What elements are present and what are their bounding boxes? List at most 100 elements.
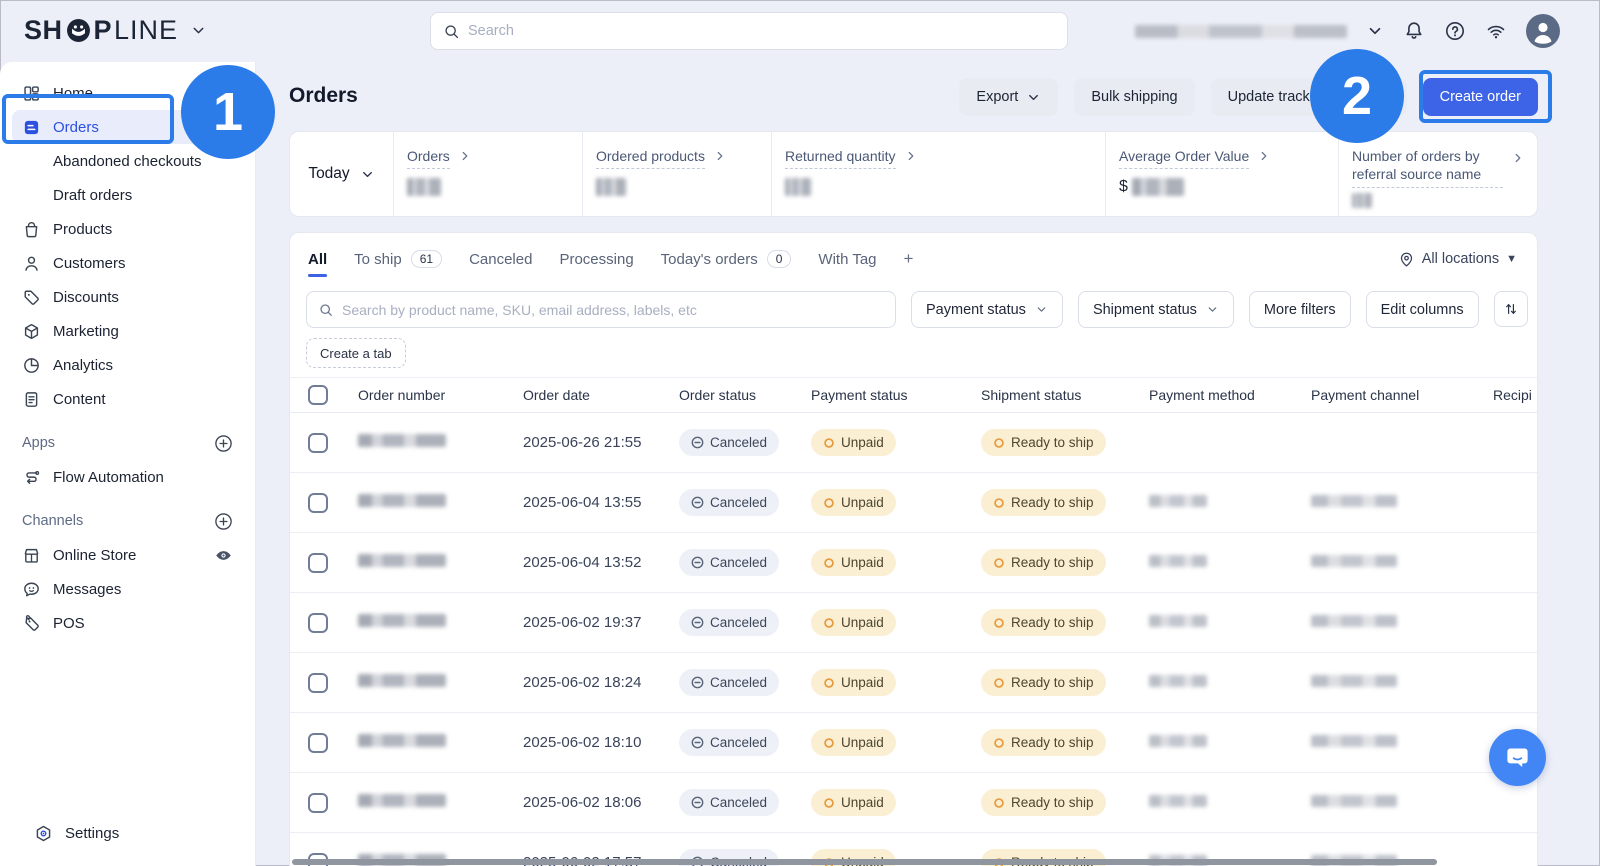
sidebar-item-products[interactable]: Products xyxy=(12,212,243,246)
sidebar-item-online-store[interactable]: Online Store xyxy=(12,538,243,572)
tab-with-tag[interactable]: With Tag xyxy=(818,251,876,268)
payment-method-redacted xyxy=(1149,615,1207,627)
sidebar-item-draft-orders[interactable]: Draft orders xyxy=(12,178,243,212)
date-range-label: Today xyxy=(308,165,349,183)
support-chat-button[interactable] xyxy=(1489,729,1546,786)
row-checkbox[interactable] xyxy=(308,553,328,573)
payment-status-badge: Unpaid xyxy=(811,549,896,576)
shipment-status-badge: Ready to ship xyxy=(981,789,1106,816)
table-row[interactable]: 2025-06-02 18:10 Canceled Unpaid Ready t… xyxy=(290,713,1537,773)
table-row[interactable]: 2025-06-02 18:06 Canceled Unpaid Ready t… xyxy=(290,773,1537,833)
shopline-logo[interactable]: SH P LINE xyxy=(24,15,207,46)
table-row[interactable]: 2025-06-02 19:37 Canceled Unpaid Ready t… xyxy=(290,593,1537,653)
location-filter[interactable]: All locations ▼ xyxy=(1398,233,1517,285)
chevron-down-icon[interactable] xyxy=(1366,22,1384,40)
eye-visibility-icon[interactable] xyxy=(214,546,233,565)
stat-returned-quantity[interactable]: Returned quantity xyxy=(772,132,1106,216)
sidebar-item-customers[interactable]: Customers xyxy=(12,246,243,280)
chevron-right-icon xyxy=(904,149,918,163)
sidebar-item-messages[interactable]: Messages xyxy=(12,572,243,606)
sidebar-item-pos[interactable]: POS xyxy=(12,606,243,640)
stat-average-order-value[interactable]: Average Order Value $ xyxy=(1106,132,1339,216)
payment-method-redacted xyxy=(1149,555,1207,567)
add-tab-button[interactable]: + xyxy=(904,249,914,269)
notifications-bell-icon[interactable] xyxy=(1403,20,1425,42)
stat-orders[interactable]: Orders xyxy=(394,132,583,216)
sidebar-item-marketing[interactable]: Marketing xyxy=(12,314,243,348)
tab-all[interactable]: All xyxy=(308,251,327,268)
chevron-right-icon xyxy=(1257,149,1271,163)
row-checkbox[interactable] xyxy=(308,793,328,813)
sidebar-item-label: Marketing xyxy=(53,323,119,340)
date-range-selector[interactable]: Today xyxy=(290,132,394,216)
sidebar-item-label: Discounts xyxy=(53,289,119,306)
stat-ordered-products[interactable]: Ordered products xyxy=(583,132,772,216)
payment-status-badge: Unpaid xyxy=(811,609,896,636)
sidebar-section-apps: Apps xyxy=(12,426,243,460)
chevron-down-icon[interactable] xyxy=(190,22,207,39)
ready-to-ship-icon xyxy=(993,437,1005,449)
sort-button[interactable] xyxy=(1494,291,1528,327)
pie-chart-icon xyxy=(22,356,41,375)
export-button[interactable]: Export xyxy=(959,78,1058,116)
bulk-shipping-button[interactable]: Bulk shipping xyxy=(1074,78,1194,116)
sidebar-item-flow-automation[interactable]: Flow Automation xyxy=(12,460,243,494)
payment-status-filter[interactable]: Payment status xyxy=(911,291,1063,328)
location-pin-icon xyxy=(1398,251,1415,268)
tab-processing[interactable]: Processing xyxy=(559,251,633,268)
annotation-step-2: 2 xyxy=(1310,49,1404,143)
table-row[interactable]: 2025-06-04 13:55 Canceled Unpaid Ready t… xyxy=(290,473,1537,533)
tab-canceled[interactable]: Canceled xyxy=(469,251,532,268)
add-channel-plus-icon[interactable] xyxy=(214,512,233,531)
tab-to-ship[interactable]: To ship 61 xyxy=(354,250,442,268)
table-row[interactable]: 2025-06-26 21:55 Canceled Unpaid Ready t… xyxy=(290,413,1537,473)
sidebar-item-content[interactable]: Content xyxy=(12,382,243,416)
stat-orders-by-referral[interactable]: Number of orders by referral source name xyxy=(1339,132,1537,216)
select-all-checkbox[interactable] xyxy=(308,385,328,405)
network-wifi-icon[interactable] xyxy=(1485,20,1507,42)
more-filters-button[interactable]: More filters xyxy=(1249,291,1351,328)
pos-tag-icon xyxy=(22,614,41,633)
create-order-button[interactable]: Create order xyxy=(1423,78,1538,116)
orders-search-input[interactable] xyxy=(342,302,884,318)
shipment-status-filter[interactable]: Shipment status xyxy=(1078,291,1234,328)
stat-label: Average Order Value xyxy=(1119,147,1249,169)
edit-columns-button[interactable]: Edit columns xyxy=(1366,291,1479,328)
order-number-redacted xyxy=(358,794,446,807)
sidebar-item-settings[interactable]: Settings xyxy=(24,816,231,850)
annotation-step-1: 1 xyxy=(181,65,275,159)
order-number-redacted xyxy=(358,674,446,687)
stat-value-redacted xyxy=(596,178,626,196)
help-icon[interactable] xyxy=(1444,20,1466,42)
account-avatar[interactable] xyxy=(1526,14,1560,48)
table-row[interactable]: 2025-06-02 18:24 Canceled Unpaid Ready t… xyxy=(290,653,1537,713)
global-search[interactable] xyxy=(430,12,1068,50)
ready-to-ship-icon xyxy=(993,497,1005,509)
row-checkbox[interactable] xyxy=(308,433,328,453)
row-checkbox[interactable] xyxy=(308,673,328,693)
row-checkbox[interactable] xyxy=(308,613,328,633)
tab-todays-orders[interactable]: Today's orders 0 xyxy=(661,250,792,268)
horizontal-scrollbar[interactable] xyxy=(292,859,1437,865)
orders-icon xyxy=(22,118,41,137)
sidebar-item-analytics[interactable]: Analytics xyxy=(12,348,243,382)
row-checkbox[interactable] xyxy=(308,493,328,513)
row-checkbox[interactable] xyxy=(308,733,328,753)
unpaid-icon xyxy=(823,797,835,809)
shipment-status-badge: Ready to ship xyxy=(981,729,1106,756)
tab-count-badge: 61 xyxy=(411,250,442,268)
orders-search[interactable] xyxy=(306,291,896,328)
store-name-redacted[interactable] xyxy=(1135,25,1347,38)
sidebar-item-discounts[interactable]: Discounts xyxy=(12,280,243,314)
stat-label: Ordered products xyxy=(596,147,705,169)
stat-label: Number of orders by referral source name xyxy=(1352,147,1503,188)
triangle-down-icon: ▼ xyxy=(1506,253,1517,265)
payment-status-badge: Unpaid xyxy=(811,729,896,756)
table-row[interactable]: 2025-06-04 13:52 Canceled Unpaid Ready t… xyxy=(290,533,1537,593)
create-a-tab-button[interactable]: Create a tab xyxy=(306,338,406,368)
add-app-plus-icon[interactable] xyxy=(214,434,233,453)
stat-value-redacted xyxy=(1352,193,1372,208)
payment-method-redacted xyxy=(1149,495,1207,507)
global-search-input[interactable] xyxy=(468,23,1055,39)
column-header-payment-status: Payment status xyxy=(811,387,981,403)
